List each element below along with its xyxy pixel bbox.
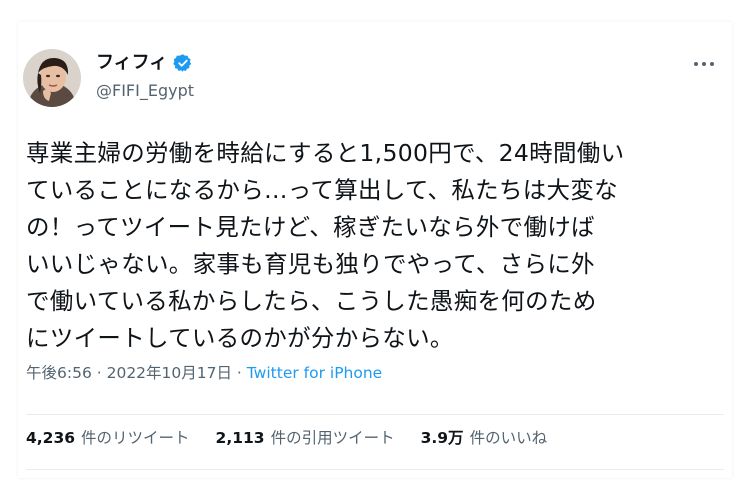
- retweets-count: 4,236: [26, 429, 76, 447]
- quotes-count: 2,113: [215, 429, 265, 447]
- tweet-date[interactable]: 2022年10月17日: [107, 364, 232, 382]
- more-dots-glyph: [694, 62, 714, 66]
- likes-stat[interactable]: 3.9万 件のいいね: [421, 427, 547, 449]
- retweets-label: 件のリツイート: [81, 429, 190, 447]
- tweet-stats: 4,236 件のリツイート 2,113 件の引用ツイート 3.9万 件のいいね: [26, 427, 547, 449]
- tweet-time[interactable]: 午後6:56: [26, 364, 92, 382]
- tweet-card: フィフィ @FIFI_Egypt 専業主婦の労働を時給にすると1,500円で、2…: [18, 22, 732, 478]
- meta-separator: ·: [232, 364, 247, 382]
- divider: [26, 414, 724, 415]
- avatar[interactable]: [23, 49, 81, 107]
- display-name-text[interactable]: フィフィ: [96, 52, 167, 74]
- meta-separator: ·: [91, 364, 107, 382]
- retweets-stat[interactable]: 4,236 件のリツイート: [26, 427, 190, 449]
- divider: [26, 469, 724, 470]
- user-handle[interactable]: @FIFI_Egypt: [96, 81, 194, 101]
- quotes-stat[interactable]: 2,113 件の引用ツイート: [216, 427, 395, 449]
- likes-label: 件のいいね: [469, 429, 548, 447]
- display-name[interactable]: フィフィ: [96, 52, 193, 74]
- tweet-text: 専業主婦の労働を時給にすると1,500円で、24時間働い ていることになるから……: [26, 139, 625, 352]
- quotes-label: 件の引用ツイート: [270, 429, 395, 447]
- more-horizontal-icon[interactable]: [690, 52, 718, 72]
- avatar-image: [23, 49, 81, 107]
- likes-count: 3.9万: [420, 429, 464, 447]
- tweet-source[interactable]: Twitter for iPhone: [247, 364, 382, 382]
- verified-badge-icon: [173, 54, 192, 72]
- tweet-meta: 午後6:56 · 2022年10月17日 · Twitter for iPhon…: [26, 362, 382, 384]
